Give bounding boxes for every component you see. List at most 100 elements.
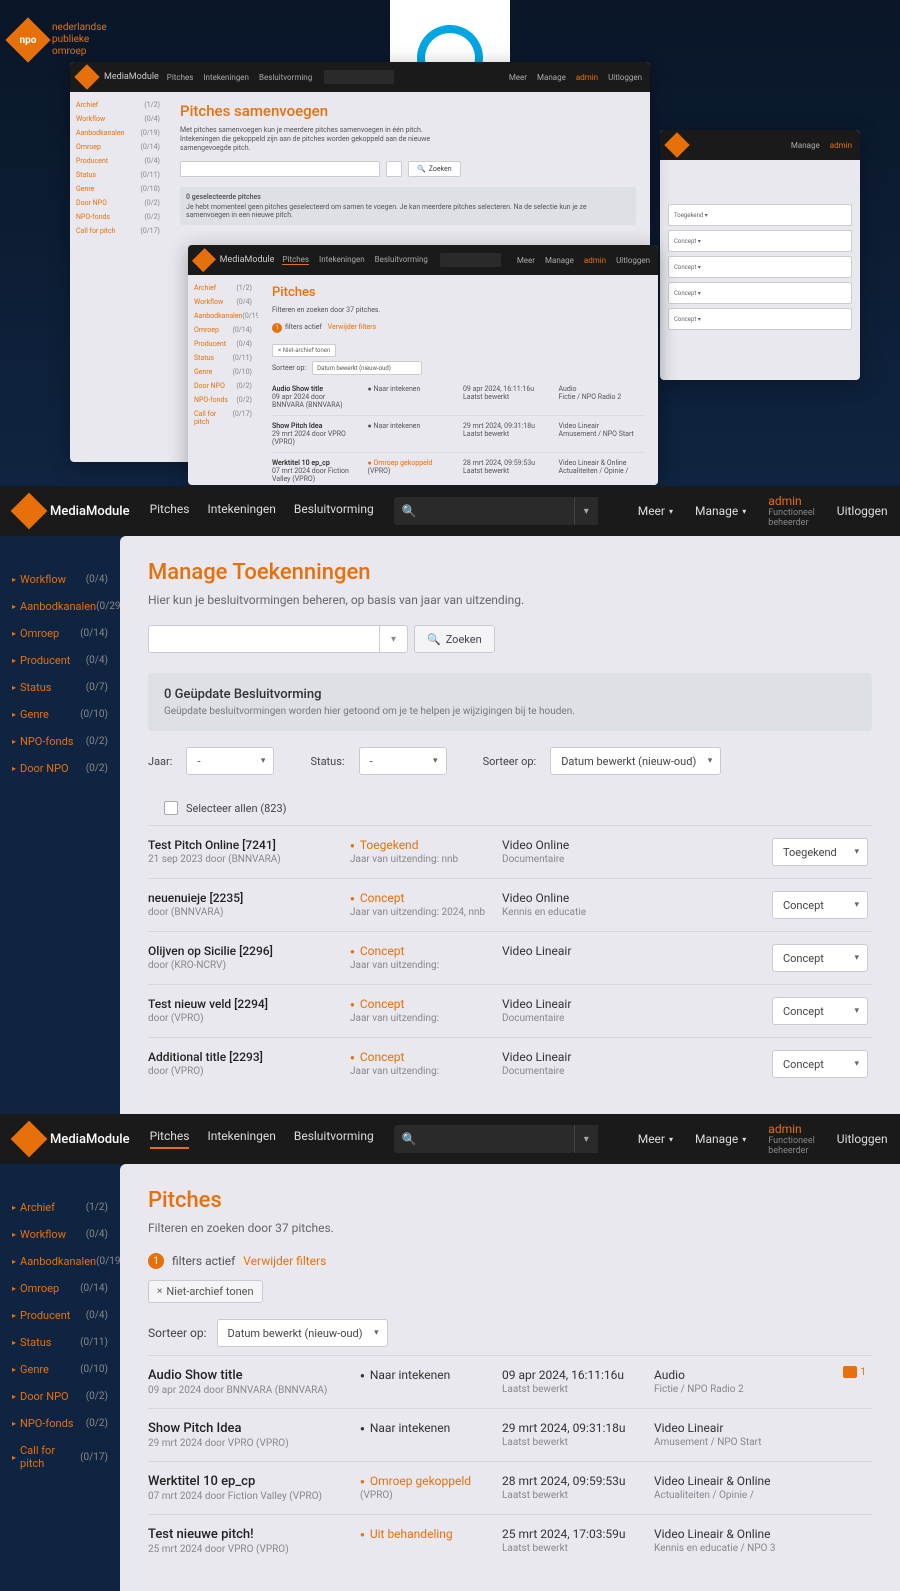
- sidebar-item[interactable]: Workflow(0/4): [74, 112, 162, 126]
- search-type-dropdown[interactable]: [386, 161, 402, 177]
- sidebar-item[interactable]: Workflow(0/4): [8, 566, 112, 593]
- nav-intekeningen[interactable]: Intekeningen: [207, 502, 275, 520]
- menu-meer[interactable]: Meer: [509, 73, 527, 82]
- sidebar-item[interactable]: Genre(0/10): [8, 1356, 112, 1383]
- select-all-row[interactable]: Selecteer allen (823): [148, 791, 872, 825]
- sidebar-item[interactable]: Omroep(0/14): [192, 323, 254, 337]
- sort-select[interactable]: Datum bewerkt (nieuw-oud): [217, 1319, 388, 1347]
- filter-chip[interactable]: × Niet-archief tonen: [272, 344, 336, 357]
- nav-pitches[interactable]: Pitches: [167, 73, 194, 82]
- nav-intekeningen[interactable]: Intekeningen: [319, 255, 365, 265]
- table-row[interactable]: Test nieuw veld [2294]door (VPRO)Concept…: [148, 984, 872, 1037]
- sidebar-item[interactable]: Producent(0/4): [192, 337, 254, 351]
- logout-link[interactable]: Uitloggen: [608, 73, 642, 82]
- search-input[interactable]: [440, 253, 501, 267]
- table-row[interactable]: neuenuieje [2235]door (BNNVARA)ConceptJa…: [148, 878, 872, 931]
- sidebar-item[interactable]: Producent(0/4): [74, 154, 162, 168]
- sidebar-item[interactable]: NPO-fonds(0/2): [192, 393, 254, 407]
- search-input[interactable]: ▾: [148, 625, 408, 653]
- row-status-select[interactable]: Concept: [772, 997, 868, 1025]
- filter-jaar-select[interactable]: -: [186, 747, 274, 775]
- sidebar-item[interactable]: Genre(0/10): [74, 182, 162, 196]
- sidebar-item[interactable]: Aanbodkanalen(0/29): [8, 593, 112, 620]
- menu-meer[interactable]: Meer▾: [638, 504, 673, 518]
- table-row[interactable]: Show Pitch Idea29 mrt 2024 door VPRO (VP…: [148, 1408, 872, 1461]
- sidebar-item[interactable]: Call for pitch(0/17): [8, 1437, 112, 1477]
- menu-manage[interactable]: Manage: [545, 256, 574, 265]
- sidebar-item[interactable]: NPO-fonds(0/2): [74, 210, 162, 224]
- table-row[interactable]: Test nieuwe pitch!25 mrt 2024 door VPRO …: [148, 1514, 872, 1567]
- sidebar-item[interactable]: Producent(0/4): [8, 1302, 112, 1329]
- comment-badge[interactable]: 1: [843, 1366, 866, 1378]
- sidebar-item[interactable]: Aanbodkanalen(0/19): [8, 1248, 112, 1275]
- sidebar-item[interactable]: Genre(0/10): [8, 701, 112, 728]
- menu-manage[interactable]: Manage▾: [695, 1132, 746, 1146]
- sidebar-item[interactable]: Status(0/11): [192, 351, 254, 365]
- sidebar-item[interactable]: Genre(0/10): [192, 365, 254, 379]
- status-select[interactable]: Concept ▾: [668, 282, 852, 304]
- sidebar-item[interactable]: Omroep(0/14): [8, 620, 112, 647]
- nav-besluitvorming[interactable]: Besluitvorming: [375, 255, 428, 265]
- logout-link[interactable]: Uitloggen: [616, 256, 650, 265]
- menu-meer[interactable]: Meer▾: [638, 1132, 673, 1146]
- logout-link[interactable]: Uitloggen: [837, 1132, 888, 1146]
- search-type-dropdown[interactable]: ▾: [574, 1125, 598, 1153]
- sidebar-item[interactable]: Workflow(0/4): [192, 295, 254, 309]
- nav-besluitvorming[interactable]: Besluitvorming: [294, 502, 374, 520]
- search-button[interactable]: 🔍Zoeken: [414, 625, 495, 653]
- sidebar-item[interactable]: Producent(0/4): [8, 647, 112, 674]
- nav-intekeningen[interactable]: Intekeningen: [203, 73, 249, 82]
- row-status-select[interactable]: Toegekend: [772, 838, 868, 866]
- search-input[interactable]: 🔍: [394, 1125, 574, 1153]
- table-row[interactable]: Audio Show title09 apr 2024 door BNNVARA…: [272, 379, 644, 416]
- sidebar-item[interactable]: NPO-fonds(0/2): [8, 1410, 112, 1437]
- status-select[interactable]: Concept ▾: [668, 230, 852, 252]
- status-select[interactable]: Concept ▾: [668, 308, 852, 330]
- row-status-select[interactable]: Concept: [772, 891, 868, 919]
- table-row[interactable]: Werktitel 10 ep_cp07 mrt 2024 door Ficti…: [148, 1461, 872, 1514]
- nav-pitches[interactable]: Pitches: [150, 1129, 190, 1149]
- nav-besluitvorming[interactable]: Besluitvorming: [294, 1129, 374, 1149]
- nav-pitches[interactable]: Pitches: [282, 255, 309, 265]
- search-type-dropdown[interactable]: ▾: [379, 626, 407, 652]
- sidebar-item[interactable]: Omroep(0/14): [8, 1275, 112, 1302]
- row-status-select[interactable]: Concept: [772, 1050, 868, 1078]
- table-row[interactable]: Werktitel 10 ep_cp07 mrt 2024 door Ficti…: [272, 453, 644, 485]
- search-type-dropdown[interactable]: ▾: [574, 497, 598, 525]
- nav-intekeningen[interactable]: Intekeningen: [207, 1129, 275, 1149]
- menu-manage[interactable]: Manage▾: [695, 504, 746, 518]
- status-select[interactable]: Concept ▾: [668, 256, 852, 278]
- search-button[interactable]: 🔍Zoeken: [408, 161, 461, 177]
- sidebar-item[interactable]: Door NPO(0/2): [192, 379, 254, 393]
- sidebar-item[interactable]: Door NPO(0/2): [74, 196, 162, 210]
- sidebar-item[interactable]: Status(0/11): [74, 168, 162, 182]
- filter-status-select[interactable]: -: [359, 747, 447, 775]
- sidebar-item[interactable]: Door NPO(0/2): [8, 1383, 112, 1410]
- clear-filters-link[interactable]: Verwijder filters: [328, 323, 376, 331]
- user-menu[interactable]: admin Functioneel beheerder: [768, 494, 815, 528]
- sidebar-item[interactable]: Door NPO(0/2): [8, 755, 112, 782]
- sidebar-item[interactable]: Workflow(0/4): [8, 1221, 112, 1248]
- menu-manage[interactable]: Manage: [537, 73, 566, 82]
- menu-meer[interactable]: Meer: [517, 256, 535, 265]
- logout-link[interactable]: Uitloggen: [837, 504, 888, 518]
- sidebar-item[interactable]: Aanbodkanalen(0/19): [74, 126, 162, 140]
- filter-chip[interactable]: × Niet-archief tonen: [148, 1280, 263, 1303]
- table-row[interactable]: Audio Show title09 apr 2024 door BNNVARA…: [148, 1355, 872, 1408]
- sidebar-item[interactable]: Status(0/7): [8, 674, 112, 701]
- search-input[interactable]: [180, 161, 380, 177]
- clear-filters-link[interactable]: Verwijder filters: [243, 1254, 326, 1268]
- status-select[interactable]: Toegekend ▾: [668, 204, 852, 226]
- user-menu[interactable]: admin Functioneel beheerder: [768, 1122, 815, 1156]
- sidebar-item[interactable]: NPO-fonds(0/2): [8, 728, 112, 755]
- table-row[interactable]: Test Pitch Online [7241]21 sep 2023 door…: [148, 825, 872, 878]
- search-input[interactable]: [324, 70, 394, 84]
- table-row[interactable]: Olijven op Sicilie [2296]door (KRO-NCRV)…: [148, 931, 872, 984]
- table-row[interactable]: Additional title [2293]door (VPRO)Concep…: [148, 1037, 872, 1090]
- select-all-checkbox[interactable]: [164, 801, 178, 815]
- row-status-select[interactable]: Concept: [772, 944, 868, 972]
- close-icon[interactable]: ×: [157, 1286, 162, 1297]
- nav-besluitvorming[interactable]: Besluitvorming: [259, 73, 312, 82]
- nav-pitches[interactable]: Pitches: [150, 502, 190, 520]
- search-input[interactable]: 🔍: [394, 497, 574, 525]
